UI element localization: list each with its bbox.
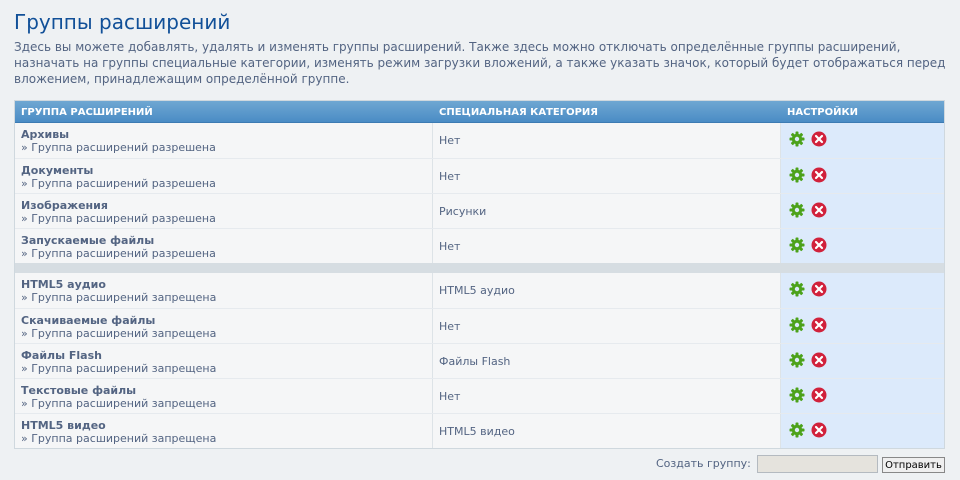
group-status: » Группа расширений запрещена <box>21 362 217 375</box>
delete-icon[interactable] <box>811 352 827 368</box>
page-title: Группы расширений <box>14 10 231 34</box>
table-row: Архивы» Группа расширений разрешена Нет <box>15 123 944 158</box>
category-cell: Нет <box>433 309 781 343</box>
settings-cell <box>781 159 944 193</box>
group-status: » Группа расширений запрещена <box>21 397 217 410</box>
delete-icon[interactable] <box>811 422 827 438</box>
settings-cell <box>781 123 944 158</box>
gear-icon[interactable] <box>789 237 805 253</box>
category-cell: Нет <box>433 229 781 263</box>
table-row: Изображения» Группа расширений разрешена… <box>15 193 944 228</box>
delete-icon[interactable] <box>811 167 827 183</box>
group-name: HTML5 видео <box>21 419 106 432</box>
settings-cell <box>781 414 944 448</box>
gear-icon[interactable] <box>789 202 805 218</box>
table-row: Скачиваемые файлы» Группа расширений зап… <box>15 308 944 343</box>
header-category: Специальная категория <box>439 107 598 118</box>
delete-icon[interactable] <box>811 317 827 333</box>
group-cell: Файлы Flash» Группа расширений запрещена <box>15 344 433 378</box>
group-status: » Группа расширений запрещена <box>21 432 217 445</box>
group-cell: Архивы» Группа расширений разрешена <box>15 123 433 158</box>
header-settings: Настройки <box>787 107 859 118</box>
category-cell: Нет <box>433 159 781 193</box>
delete-icon[interactable] <box>811 281 827 297</box>
category-cell: HTML5 видео <box>433 414 781 448</box>
group-name: HTML5 аудио <box>21 278 106 291</box>
group-cell: Запускаемые файлы» Группа расширений раз… <box>15 229 433 263</box>
settings-cell <box>781 344 944 378</box>
settings-cell <box>781 273 944 308</box>
table-row: Запускаемые файлы» Группа расширений раз… <box>15 228 944 263</box>
group-name: Документы <box>21 164 94 177</box>
settings-cell <box>781 309 944 343</box>
group-cell: Документы» Группа расширений разрешена <box>15 159 433 193</box>
denied-groups: HTML5 аудио» Группа расширений запрещена… <box>15 273 944 448</box>
table-row: Документы» Группа расширений разрешена Не… <box>15 158 944 193</box>
group-name: Файлы Flash <box>21 349 102 362</box>
group-status: » Группа расширений разрешена <box>21 212 216 225</box>
settings-cell <box>781 194 944 228</box>
group-name: Изображения <box>21 199 108 212</box>
delete-icon[interactable] <box>811 131 827 147</box>
gear-icon[interactable] <box>789 281 805 297</box>
gear-icon[interactable] <box>789 317 805 333</box>
create-group-input[interactable] <box>757 455 878 473</box>
group-status: » Группа расширений разрешена <box>21 141 216 154</box>
settings-cell <box>781 379 944 413</box>
group-name: Запускаемые файлы <box>21 234 155 247</box>
table-row: Текстовые файлы» Группа расширений запре… <box>15 378 944 413</box>
category-cell: Рисунки <box>433 194 781 228</box>
create-group-label: Создать группу: <box>656 457 751 470</box>
settings-cell <box>781 229 944 263</box>
category-cell: Файлы Flash <box>433 344 781 378</box>
group-separator <box>15 263 944 273</box>
group-name: Скачиваемые файлы <box>21 314 156 327</box>
page-description: Здесь вы можете добавлять, удалять и изм… <box>14 40 946 86</box>
delete-icon[interactable] <box>811 237 827 253</box>
gear-icon[interactable] <box>789 167 805 183</box>
category-cell: Нет <box>433 123 781 158</box>
table-row: HTML5 видео» Группа расширений запрещена… <box>15 413 944 448</box>
delete-icon[interactable] <box>811 387 827 403</box>
gear-icon[interactable] <box>789 131 805 147</box>
gear-icon[interactable] <box>789 387 805 403</box>
group-cell: HTML5 видео» Группа расширений запрещена <box>15 414 433 448</box>
table-row: Файлы Flash» Группа расширений запрещена… <box>15 343 944 378</box>
group-name: Архивы <box>21 128 70 141</box>
group-cell: Текстовые файлы» Группа расширений запре… <box>15 379 433 413</box>
gear-icon[interactable] <box>789 352 805 368</box>
category-cell: Нет <box>433 379 781 413</box>
table-header: Группа расширений Специальная категория … <box>15 101 944 123</box>
table-row: HTML5 аудио» Группа расширений запрещена… <box>15 273 944 308</box>
gear-icon[interactable] <box>789 422 805 438</box>
group-cell: Изображения» Группа расширений разрешена <box>15 194 433 228</box>
group-status: » Группа расширений разрешена <box>21 247 216 260</box>
header-group: Группа расширений <box>21 107 153 118</box>
group-cell: HTML5 аудио» Группа расширений запрещена <box>15 273 433 308</box>
group-name: Текстовые файлы <box>21 384 137 397</box>
category-cell: HTML5 аудио <box>433 273 781 308</box>
group-status: » Группа расширений запрещена <box>21 327 217 340</box>
group-status: » Группа расширений запрещена <box>21 291 217 304</box>
group-cell: Скачиваемые файлы» Группа расширений зап… <box>15 309 433 343</box>
extension-groups-table: Группа расширений Специальная категория … <box>14 100 945 449</box>
delete-icon[interactable] <box>811 202 827 218</box>
submit-button[interactable]: Отправить <box>882 457 945 473</box>
group-status: » Группа расширений разрешена <box>21 177 216 190</box>
allowed-groups: Архивы» Группа расширений разрешена Нет До… <box>15 123 944 263</box>
